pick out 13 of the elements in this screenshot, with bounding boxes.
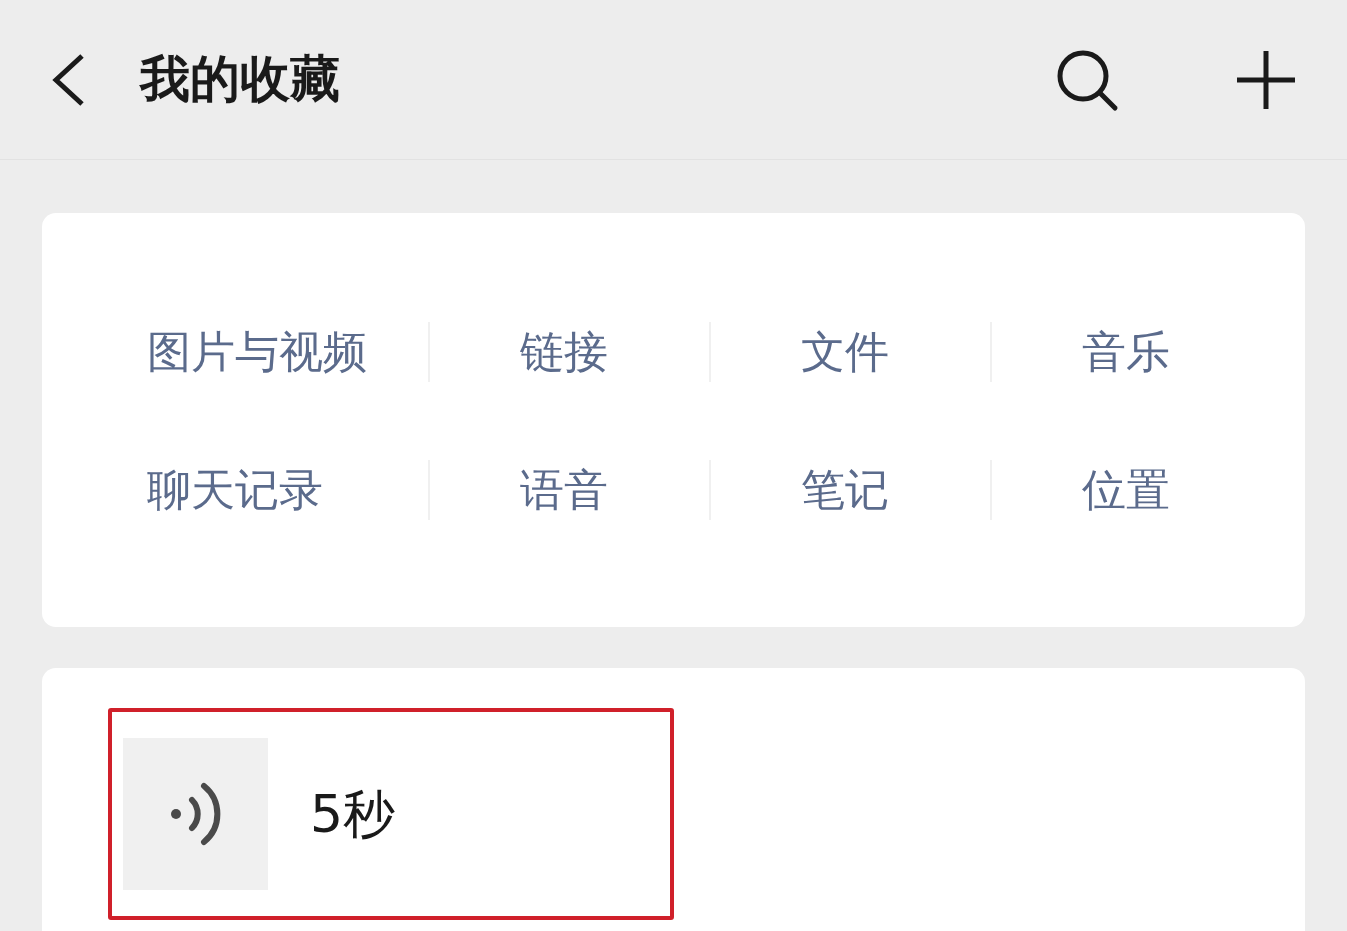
add-icon[interactable] (1235, 48, 1297, 111)
category-link[interactable]: 链接 (520, 319, 608, 385)
category-link[interactable]: 聊天记录 (147, 457, 323, 523)
highlight-frame[interactable]: 5秒 (108, 708, 674, 920)
category-link[interactable]: 音乐 (1082, 319, 1170, 385)
page-title: 我的收藏 (140, 49, 340, 110)
category-link[interactable]: 语音 (520, 457, 608, 523)
back-icon[interactable] (50, 51, 86, 108)
category-link[interactable]: 位置 (1082, 457, 1170, 523)
category-link[interactable]: 文件 (801, 319, 889, 385)
category-link[interactable]: 笔记 (801, 457, 889, 523)
voice-duration: 5秒 (310, 783, 396, 846)
category-link[interactable]: 图片与视频 (147, 319, 367, 385)
